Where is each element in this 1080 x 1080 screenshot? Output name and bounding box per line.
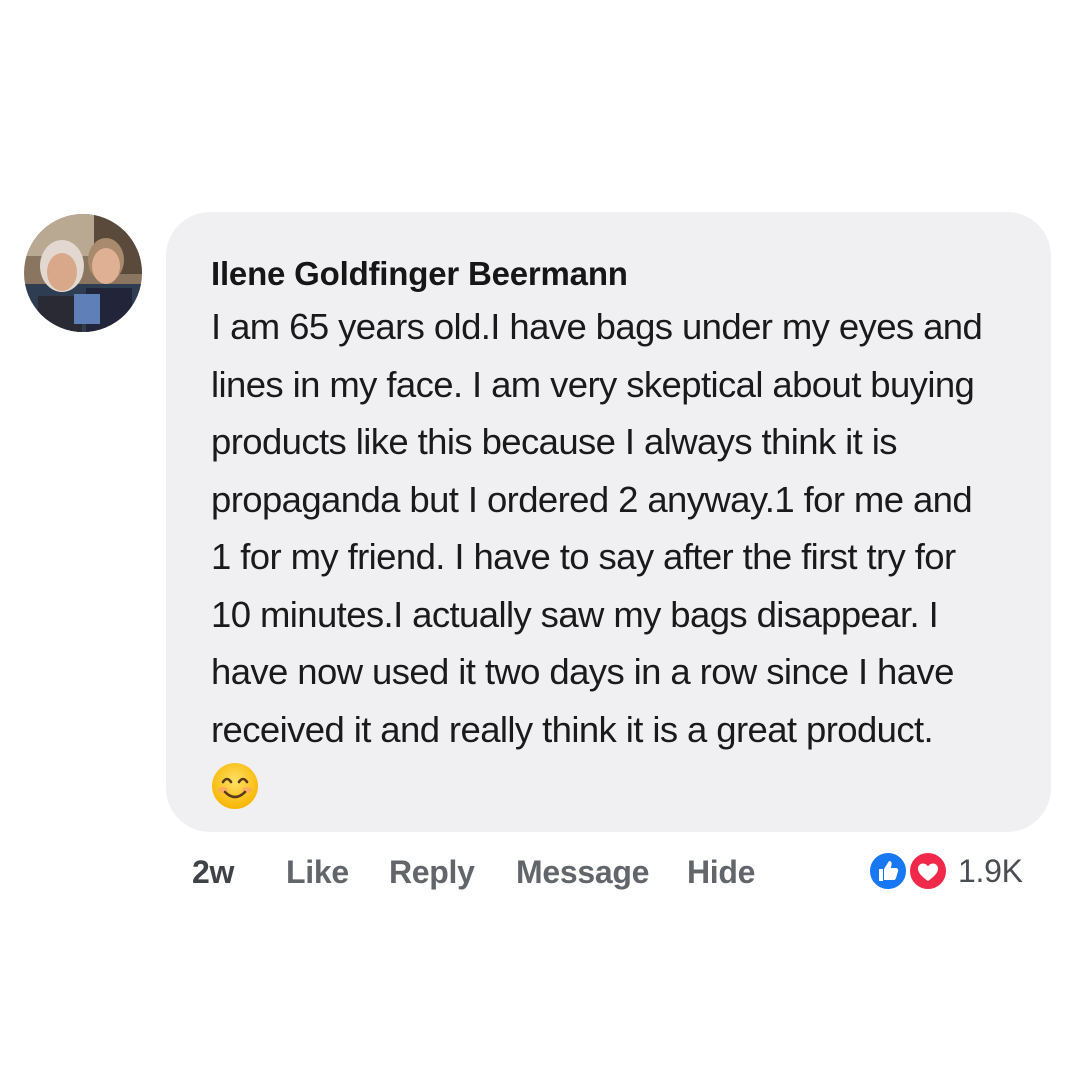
- like-button[interactable]: Like: [286, 851, 349, 893]
- message-button[interactable]: Message: [516, 851, 649, 893]
- smiling-face-emoji-icon: [211, 762, 259, 810]
- hide-button[interactable]: Hide: [687, 851, 755, 893]
- reactions-summary[interactable]: 1.9K: [868, 849, 1023, 893]
- comment-text: I am 65 years old.I have bags under my e…: [211, 306, 983, 750]
- reply-button[interactable]: Reply: [389, 851, 475, 893]
- avatar[interactable]: [24, 214, 142, 332]
- author-name[interactable]: Ilene Goldfinger Beermann: [211, 254, 1011, 294]
- reaction-icons: [868, 849, 952, 893]
- like-icon: [868, 851, 908, 891]
- heart-icon: [908, 851, 948, 891]
- comment-bubble: Ilene Goldfinger Beermann I am 65 years …: [166, 212, 1051, 832]
- timestamp: 2w: [192, 854, 235, 890]
- reaction-count: 1.9K: [958, 853, 1023, 889]
